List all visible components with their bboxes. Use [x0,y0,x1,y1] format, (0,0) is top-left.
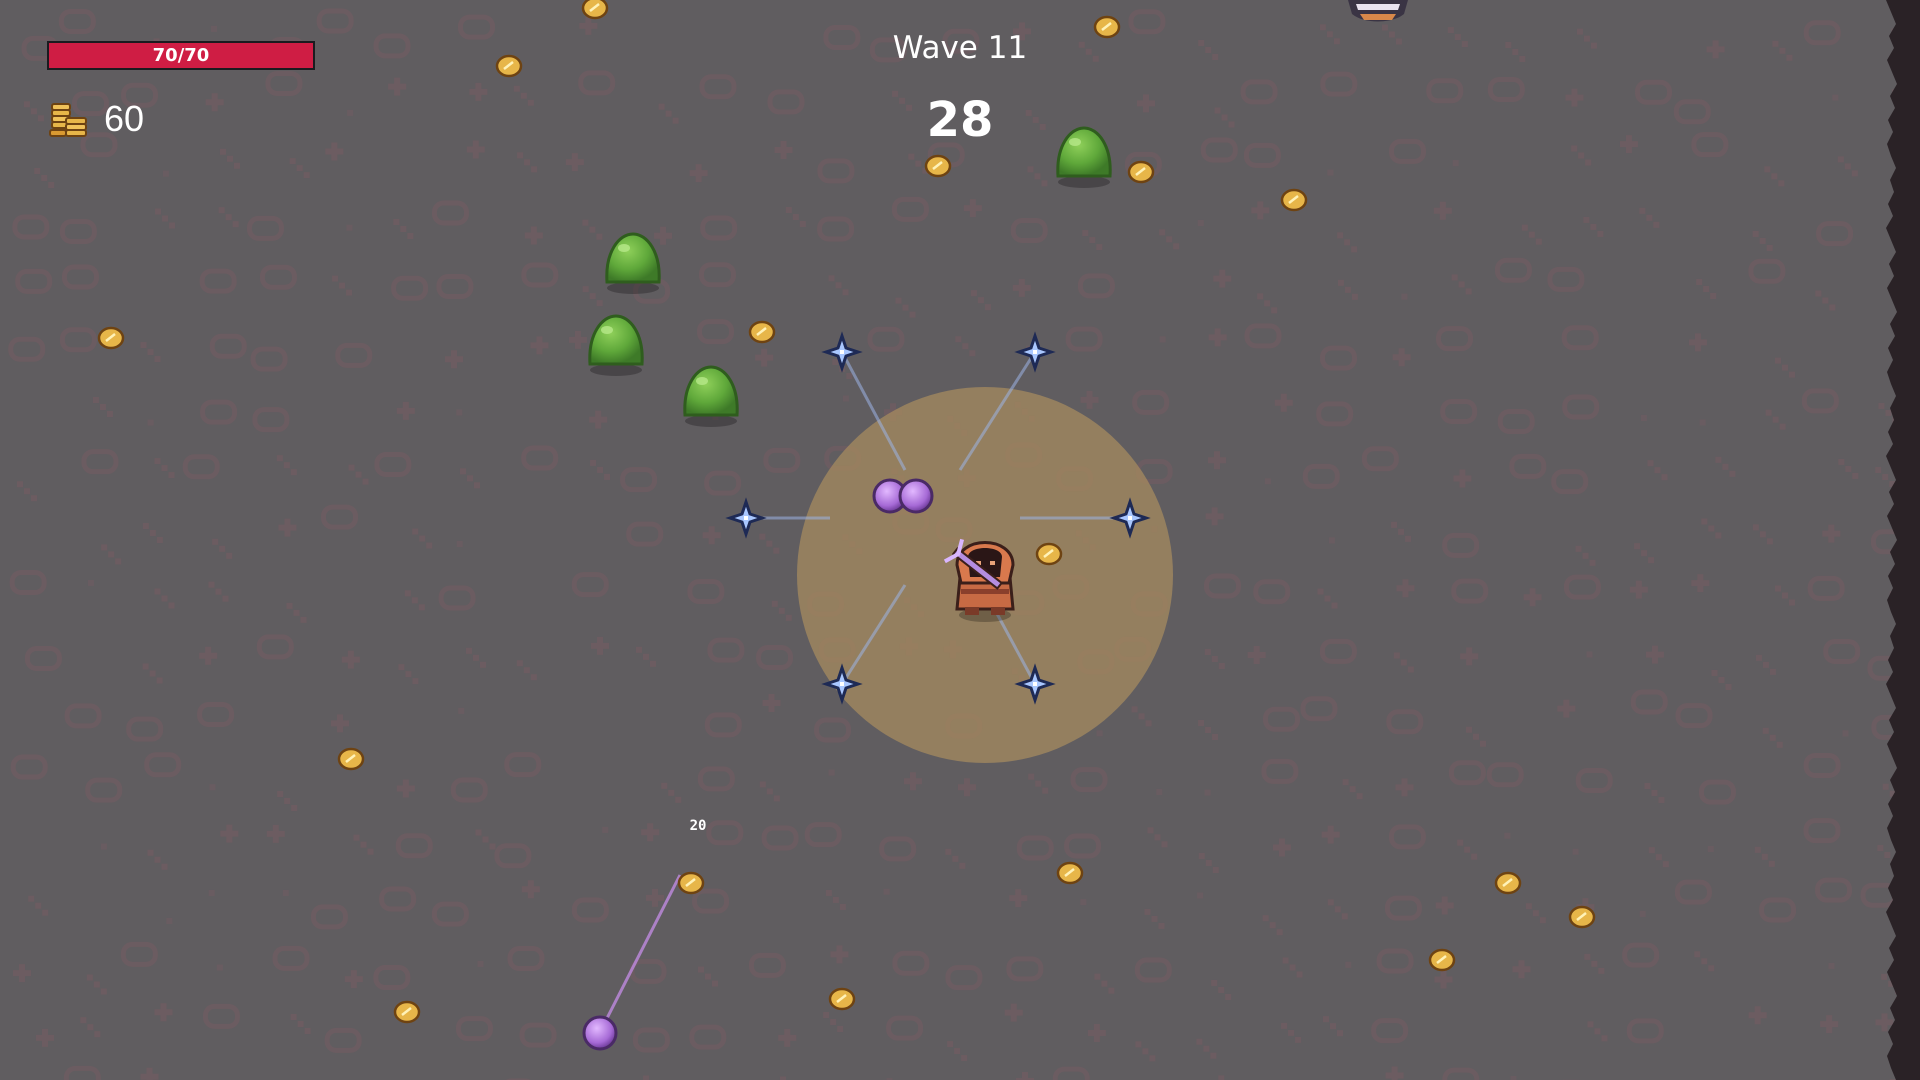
gold-coin-icon [748,320,776,344]
gold-coin-icon [97,326,125,350]
orb-trail [598,874,682,1033]
wave-label: Wave 11 [892,30,1028,66]
gold-coin-icon [677,871,705,895]
gold-coin-icon [1568,905,1596,929]
damage-number: 20 [689,818,707,834]
gold-coin-icon [1494,871,1522,895]
enemy-slimes [588,126,1112,427]
arena-wall-right [1886,0,1920,1080]
green-slime [683,365,739,427]
blue-shuriken [821,331,863,373]
blue-shuriken [725,497,767,539]
blue-shuriken [1014,331,1056,373]
enemy-offscreen-top [1348,0,1408,22]
gold-coin-icon [924,154,952,178]
green-slime [605,232,661,294]
gold-coin-icon [337,747,365,771]
purple-orb [898,478,934,514]
gold-coin-icon [828,987,856,1011]
game-scene [97,0,1596,1051]
wave-timer: 28 [926,92,994,148]
gold-coin-icon [1280,188,1308,212]
gold-coin-icon [1056,861,1084,885]
gold-coin-icon [393,1000,421,1024]
gold-coin-icon [581,0,609,20]
green-slime [588,314,644,376]
gold-coin-icon [1428,948,1456,972]
purple-orb [582,1015,618,1051]
gold-coin-icon [1035,542,1063,566]
gold-coin-icon [1127,160,1155,184]
